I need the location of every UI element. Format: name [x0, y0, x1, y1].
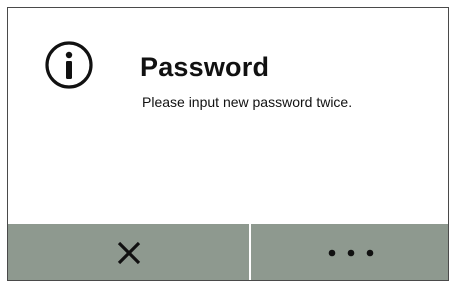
- more-options-button[interactable]: [251, 224, 448, 280]
- close-icon: [117, 241, 140, 265]
- dialog-message: Please input new password twice.: [142, 94, 353, 110]
- password-dialog: Password Please input new password twice…: [7, 7, 449, 281]
- more-dots-icon: [328, 249, 373, 257]
- close-button[interactable]: [8, 224, 249, 280]
- dialog-title: Password: [140, 52, 270, 82]
- button-bar: [8, 224, 448, 280]
- info-icon: [45, 41, 93, 89]
